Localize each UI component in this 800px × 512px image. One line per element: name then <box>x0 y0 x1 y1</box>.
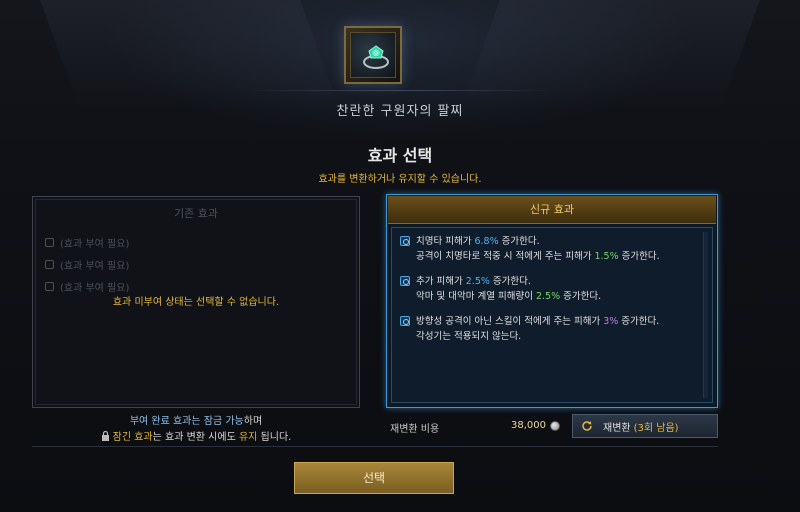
header-divider <box>240 90 560 91</box>
effect-bullet-icon <box>400 236 410 246</box>
select-button[interactable]: 선택 <box>294 462 454 494</box>
new-effects-panel: 신규 효과 치명타 피해가 6.8% 증가한다. 공격이 치명타로 적중 시 적… <box>386 194 718 408</box>
bracelet-icon <box>363 45 389 69</box>
ornament-right <box>459 0 761 110</box>
unassigned-warning: 효과 미부여 상태는 선택할 수 없습니다. <box>112 297 280 308</box>
new-effects-list: 치명타 피해가 6.8% 증가한다. 공격이 치명타로 적중 시 적에게 주는 … <box>391 227 713 403</box>
dialog-subtitle: 효과를 변환하거나 유지할 수 있습니다. <box>318 174 482 185</box>
empty-slot-icon <box>45 238 54 247</box>
existing-effect-slot: (효과 부여 필요) <box>45 279 129 294</box>
item-icon-frame <box>344 26 402 84</box>
reroll-cost: 재변환 비용 38,000 <box>386 414 564 438</box>
empty-slot-icon <box>45 282 54 291</box>
lock-note-line2: 잠긴 효과는 효과 변환 시에도 유지 됩니다. <box>32 428 360 443</box>
dialog-title: 효과 선택 <box>367 146 433 165</box>
empty-slot-icon <box>45 260 54 269</box>
refresh-icon <box>582 421 592 431</box>
reroll-cost-label: 재변환 비용 <box>390 424 440 435</box>
existing-effect-slot: (효과 부여 필요) <box>45 235 129 250</box>
existing-effects-panel: 기존 효과 (효과 부여 필요) (효과 부여 필요) (효과 부여 필요) 효… <box>32 196 360 408</box>
new-effect-item: 추가 피해가 2.5% 증가한다. 악마 및 대악마 계열 피해량이 2.5% … <box>400 274 698 304</box>
footer-divider <box>32 446 718 447</box>
existing-effect-slot: (효과 부여 필요) <box>45 257 129 272</box>
scrollbar[interactable] <box>703 232 708 398</box>
new-effects-header: 신규 효과 <box>388 196 716 224</box>
effect-bullet-icon <box>400 276 410 286</box>
new-effect-item: 방향성 공격이 아닌 스킬이 적에게 주는 피해가 3% 증가한다. 각성기는 … <box>400 314 698 344</box>
reroll-button[interactable]: 재변환 (3회 남음) <box>572 414 718 438</box>
existing-effects-header: 기존 효과 <box>174 207 218 220</box>
lock-icon <box>101 431 109 441</box>
new-effect-item: 치명타 피해가 6.8% 증가한다. 공격이 치명타로 적중 시 적에게 주는 … <box>400 234 698 264</box>
reroll-count: (3회 남음) <box>633 422 679 434</box>
lock-note-line1: 부여 완료 효과는 잠금 가능하며 <box>129 416 263 427</box>
reroll-cost-value: 38,000 <box>511 420 546 431</box>
reroll-label: 재변환 <box>603 422 631 434</box>
silver-coin-icon <box>550 421 560 431</box>
item-name: 찬란한 구원자의 팔찌 <box>336 104 464 119</box>
ornament-left <box>39 0 341 110</box>
effect-bullet-icon <box>400 316 410 326</box>
